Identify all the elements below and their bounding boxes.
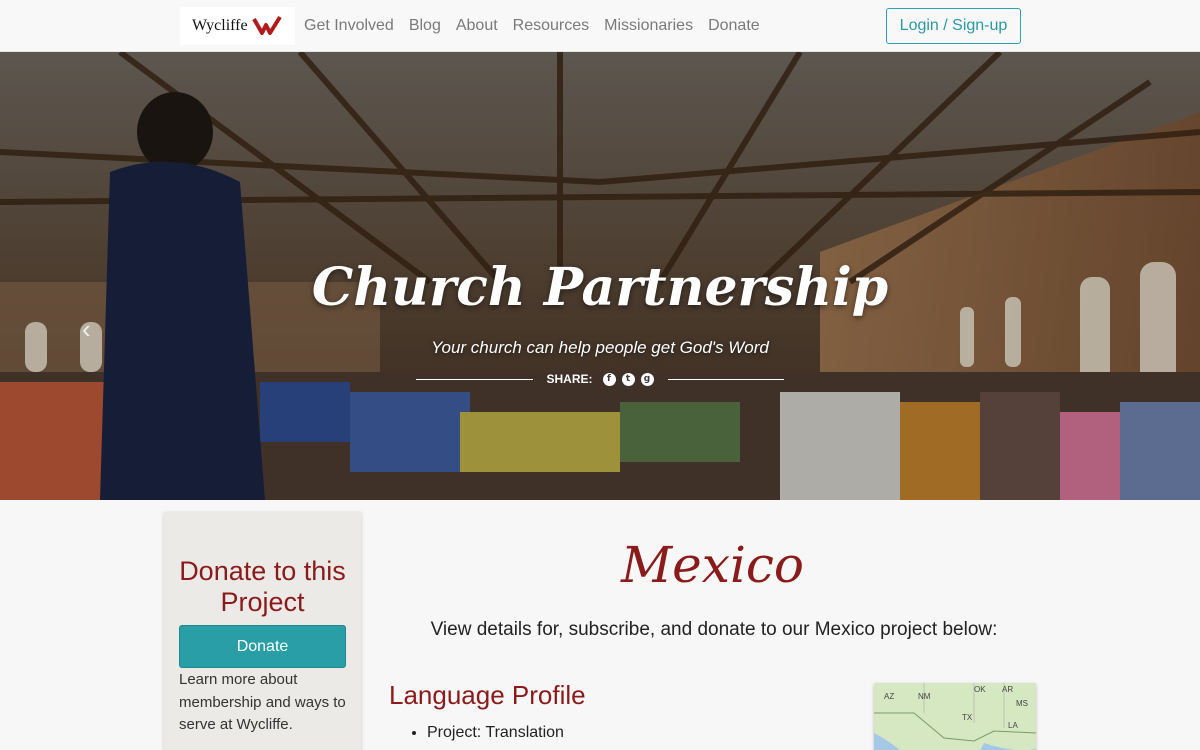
- map-label: MS: [1016, 699, 1028, 708]
- logo-mark-icon: [251, 15, 282, 35]
- map-label: OK: [974, 685, 986, 694]
- donate-button[interactable]: Donate: [179, 625, 346, 668]
- nav-blog[interactable]: Blog: [409, 17, 441, 35]
- map-label: TX: [962, 713, 973, 722]
- hero-banner: ‹ Church Partnership Your church can hel…: [0, 52, 1200, 500]
- map-label: AZ: [884, 692, 895, 701]
- main-nav: Get Involved Blog About Resources Missio…: [304, 0, 775, 52]
- share-label: SHARE:: [546, 372, 593, 386]
- share-bar: SHARE: f t g: [416, 369, 785, 389]
- facebook-icon[interactable]: f: [602, 372, 616, 386]
- nav-missionaries[interactable]: Missionaries: [604, 17, 693, 35]
- login-signup-button[interactable]: Login / Sign-up: [886, 8, 1021, 44]
- nav-donate[interactable]: Donate: [708, 17, 760, 35]
- language-profile-heading: Language Profile: [389, 680, 586, 710]
- share-divider-left: [416, 378, 533, 380]
- nav-resources[interactable]: Resources: [513, 17, 589, 35]
- hero-subtitle: Your church can help people get God's Wo…: [431, 338, 769, 357]
- nav-about[interactable]: About: [456, 17, 498, 35]
- twitter-icon[interactable]: t: [621, 372, 635, 386]
- project-subtitle: View details for, subscribe, and donate …: [430, 619, 998, 640]
- share-divider-right: [667, 378, 785, 380]
- map-label: NM: [918, 692, 931, 701]
- share-group: SHARE: f t g: [547, 372, 654, 386]
- list-item: Project: Translation: [427, 721, 564, 745]
- map-label: LA: [1008, 721, 1018, 730]
- nav-get-involved[interactable]: Get Involved: [304, 17, 394, 35]
- site-header: Wycliffe Get Involved Blog About Resourc…: [0, 0, 1200, 52]
- logo-text: Wycliffe: [192, 17, 248, 34]
- project-title: Mexico: [620, 536, 805, 594]
- donate-sidebar: Donate to this Project Donate Learn more…: [164, 512, 361, 750]
- profile-list: Project: Translation: [409, 721, 564, 745]
- donate-heading: Donate to this Project: [179, 556, 346, 617]
- learn-more-text: Learn more about membership and ways to …: [179, 671, 346, 733]
- project-map[interactable]: AZ NM OK AR MS TX LA: [874, 683, 1036, 750]
- hero-title: Church Partnership: [311, 257, 889, 318]
- wycliffe-logo[interactable]: Wycliffe: [180, 7, 295, 45]
- google-plus-icon[interactable]: g: [640, 372, 654, 386]
- map-label: AR: [1002, 685, 1014, 694]
